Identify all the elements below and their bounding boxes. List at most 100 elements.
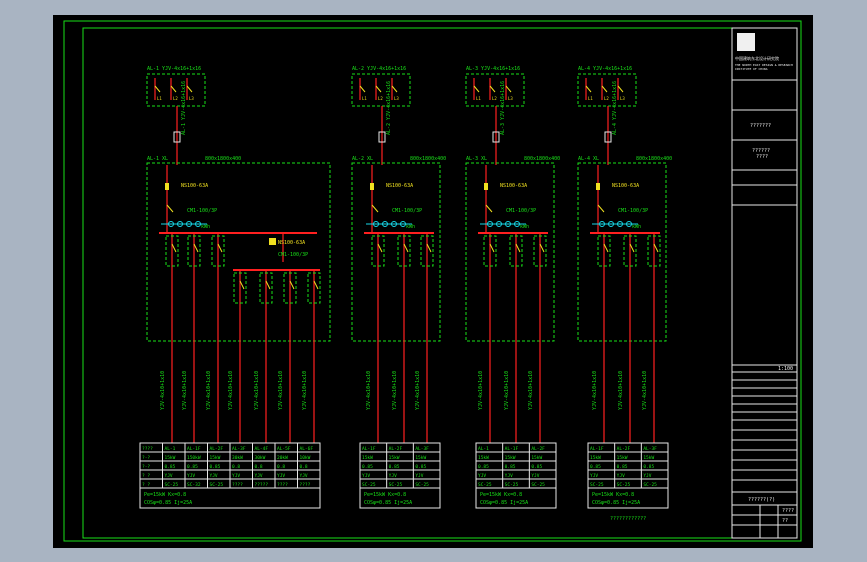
panel-top-label: AL-1 YJV-4x16+1x16 (147, 66, 201, 72)
incoming-cable-label: AL-1 YJV-4x16+1x16 (181, 81, 187, 135)
scale-label: 1:100 (778, 366, 793, 372)
table-cell: YJV (210, 473, 218, 479)
table-cell: YJV (531, 473, 539, 479)
table-cell: AL-2F (617, 446, 631, 452)
feeder-breaker-symbol (171, 243, 177, 253)
incoming-cable-label: AL-2 YJV-4x16+1x16 (386, 81, 392, 135)
distribution-panel-2: AL-2 YJV-4x16+1x16L1 L2 L3AL-2 YJV-4x16+1x… (351, 66, 446, 443)
main-breaker-label: NS100-63A (500, 183, 527, 189)
outgoing-feeder: YJV-4x10+1x10 (642, 233, 661, 443)
table-summary-2: COSφ=0.85 Ij=25A (480, 500, 528, 506)
table-cell: ???? (300, 482, 311, 488)
feeder-breaker-symbol (217, 243, 223, 253)
table-summary-2: COSφ=0.85 Ij=25A (364, 500, 412, 506)
table-cell: 30kW (255, 455, 266, 461)
table-cell: 0.85 (415, 464, 426, 470)
table-cell: 15kW (505, 455, 516, 461)
sub-feeder: YJV-4x10+1x10 (228, 270, 247, 443)
table-cell: ????? (255, 482, 269, 488)
project-label: ??????? (750, 123, 771, 129)
table-cell: SC-25 (478, 482, 492, 488)
feeder-cable-label: YJV-4x10+1x10 (618, 371, 624, 410)
table-cell: 15kW (165, 455, 176, 461)
title-block: 中国建筑东北设计研究院 THE NORTH EAST DESIGN & RESE… (731, 27, 798, 539)
sub-meter-icon (269, 238, 276, 245)
table-cell: 15kW (362, 455, 373, 461)
table-cell: AL-3F (232, 446, 246, 452)
outgoing-feeder: YJV-4x10+1x10 (182, 233, 201, 443)
table-cell: 15kW (531, 455, 542, 461)
table-cell: YJV (505, 473, 513, 479)
load-table-2: AL-1F AL-2F AL-3F 15kW 15kW 15kW 0.85 0.85 0.85 Y… (359, 442, 441, 509)
sub-breaker-label: CM1-100/3P (618, 208, 648, 214)
sub-breaker-label: CM1-100/3P (392, 208, 422, 214)
table-cell: YJV (415, 473, 423, 479)
table-summary-1: Pe=15kW Kx=0.8 (364, 492, 406, 498)
feeder-cable-label: YJV-4x10+1x10 (206, 371, 212, 410)
table-cell: SC-25 (617, 482, 631, 488)
main-breaker-label: NS100-63A (612, 183, 639, 189)
feeder-cable-label: YJV-4x10+1x10 (528, 371, 534, 410)
panel-dimension-label: 800x1800x400 (636, 156, 672, 162)
incoming-switch-symbol (585, 85, 592, 93)
fuse-icon (596, 183, 600, 190)
sheet-number: ?? (782, 518, 788, 524)
main-breaker-symbol (485, 204, 493, 213)
table-cell: ???? (232, 482, 243, 488)
table-cell: SC-25 (505, 482, 519, 488)
table-cell: 0.85 (210, 464, 221, 470)
main-breaker-symbol (371, 204, 379, 213)
feeder-breaker-symbol (193, 243, 199, 253)
table-cell: AL-2F (210, 446, 224, 452)
table-cell: SC-25 (590, 482, 604, 488)
main-breaker-label: NS100-63A (181, 183, 208, 189)
table-cell: 15kW (210, 455, 221, 461)
table-cell: AL-1F (362, 446, 376, 452)
fuse-icon (484, 183, 488, 190)
table-cell: 15kW (617, 455, 628, 461)
table-cell: 30kW (232, 455, 243, 461)
table-cell: ?-? (142, 455, 150, 461)
load-table-4: AL-1F AL-2F AL-3F 15kW 15kW 15kW 0.85 0.85 0.85 Y… (587, 442, 669, 509)
feeder-cable-label: YJV-4x10+1x10 (366, 371, 372, 410)
table-cell: YJV (362, 473, 370, 479)
outgoing-feeder: YJV-4x10+1x10 (528, 233, 547, 443)
table-frame (475, 442, 557, 509)
table-cell: 10kW (300, 455, 311, 461)
outgoing-feeder: YJV-4x10+1x10 (206, 233, 225, 443)
fuse-icon (165, 183, 169, 190)
distribution-panel-1: AL-1 YJV-4x16+1x16L1 L2 L3AL-1 YJV-4x16+1x… (146, 66, 331, 443)
outgoing-feeder: YJV-4x10+1x10 (415, 233, 434, 443)
incoming-cable-label: AL-4 YJV-4x16+1x16 (612, 81, 618, 135)
feeder-cable-label: YJV-4x10+1x10 (504, 371, 510, 410)
table-cell: 0.85 (617, 464, 628, 470)
date-label: ???? (782, 508, 794, 514)
table-cell: ? ? (142, 482, 150, 488)
table-cell: 15kW (415, 455, 426, 461)
table-cell: AL-3F (415, 446, 429, 452)
company-name-en2: INSTITUTE OF CHINA (735, 67, 768, 71)
table-cell: AL-3F (643, 446, 657, 452)
load-table-1: ???? AL-1 AL-1F AL-2F AL-3F AL-4F AL-5F AL-6F ?-… (139, 442, 321, 509)
table-cell: YJV (165, 473, 173, 479)
feeder-cable-label: YJV-4x10+1x10 (592, 371, 598, 410)
meter-label: kWh (632, 224, 641, 230)
table-summary-1: Pe=15kW Kx=0.8 (144, 492, 186, 498)
table-cell: 0.8 (300, 464, 308, 470)
table-cell: YJV (478, 473, 486, 479)
table-cell: SC-25 (210, 482, 224, 488)
table-frame (587, 442, 669, 509)
sub-label: ???? (756, 154, 768, 160)
panel-dimension-label: 800x1800x400 (410, 156, 446, 162)
sub-feeder: YJV-4x10+1x10 (254, 270, 273, 443)
table-cell: SC-25 (643, 482, 657, 488)
table-cell: ???? (277, 482, 288, 488)
sub-breaker-label: CM1-100/3P (187, 208, 217, 214)
incoming-switch-symbol (359, 85, 366, 93)
table-cell: YJV (590, 473, 598, 479)
incoming-cable-label: AL-3 YJV-4x16+1x16 (500, 81, 506, 135)
meter-label: kWh (406, 224, 415, 230)
table-cell: YJV (255, 473, 263, 479)
outgoing-feeder: YJV-4x10+1x10 (392, 233, 411, 443)
drawing-note: ???????????? (610, 516, 646, 522)
